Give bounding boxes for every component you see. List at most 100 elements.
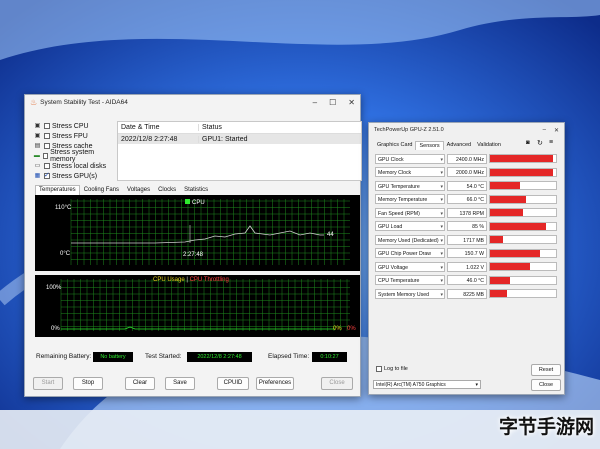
gpuz-titlebar: TechPowerUp GPU-Z 2.51.0 – ✕ [369,123,564,137]
tab-statistics[interactable]: Statistics [180,185,212,195]
sensor-value: 2400.0 MHz [447,153,487,164]
usage-title: CPU Usage | CPU Throttling [153,277,229,283]
window-title: TechPowerUp GPU-Z 2.51.0 [374,127,444,133]
sensor-row[interactable]: GPU Load85 % [375,221,559,232]
menu-icon[interactable]: ≡ [549,139,553,146]
status-table-header: Date & Time Status [118,122,361,134]
minimize-icon[interactable]: – [313,98,317,107]
sensor-graph-fill [490,209,523,216]
stress-option-gpu[interactable]: ▦ Stress GPU(s) [33,171,111,181]
tab-voltages[interactable]: Voltages [123,185,154,195]
sensor-value: 66.0 °C [447,194,487,204]
cpuid-button[interactable]: CPUID [217,377,249,390]
sensor-name[interactable]: GPU Voltage [375,261,445,273]
maximize-icon[interactable]: ☐ [329,98,336,107]
stress-option-disks[interactable]: ▭ Stress local disks [33,161,111,171]
tab-sensors[interactable]: Sensors [415,141,444,150]
cpu-legend-checkbox[interactable]: CPU [185,199,205,206]
reset-button[interactable]: Reset [531,364,561,376]
sensor-row[interactable]: CPU Temperature46.0 °C [375,275,559,286]
refresh-icon[interactable]: ↻ [537,139,543,147]
save-button[interactable]: Save [165,377,195,390]
sensor-graph-fill [490,155,553,162]
checkbox[interactable] [44,163,50,169]
clear-button[interactable]: Clear [125,377,155,390]
sensor-name[interactable]: Memory Used (Dedicated) [375,234,445,246]
sensor-graph [489,194,557,204]
preferences-button[interactable]: Preferences [256,377,294,390]
close-icon[interactable]: ✕ [348,98,355,107]
sensor-graph [489,262,557,271]
sensor-graph [489,235,557,244]
gpuz-tabs: Graphics Card Sensors Advanced Validatio… [374,141,504,150]
sensor-row[interactable]: GPU Voltage1.022 V [375,261,559,273]
sensor-row[interactable]: Memory Temperature66.0 °C [375,194,559,205]
sensor-row[interactable]: GPU Clock2400.0 MHz [375,153,559,165]
temperature-graph: CPU 110°C 0°C 2:27:48 44 [35,195,360,271]
sensor-name[interactable]: Memory Clock [375,167,445,178]
sensor-graph [489,275,557,285]
log-to-file[interactable]: Log to file [376,366,408,372]
usage-graph: CPU Usage | CPU Throttling 100% 0% 0% 0% [35,275,360,337]
tab-cooling-fans[interactable]: Cooling Fans [80,185,123,195]
close-button[interactable]: Close [531,379,561,391]
tab-advanced[interactable]: Advanced [444,141,474,150]
usage-graph-plot [60,279,350,331]
sensor-row[interactable]: System Memory Used8225 MB [375,288,559,300]
usage-title-sep: | [186,277,188,283]
gpu-icon: ▦ [34,172,41,179]
sensor-row[interactable]: Memory Used (Dedicated)1717 MB [375,234,559,246]
tab-graphics-card[interactable]: Graphics Card [374,141,415,150]
tab-validation[interactable]: Validation [474,141,504,150]
sensor-value: 85 % [447,221,487,231]
stop-button[interactable]: Stop [73,377,103,390]
column-header-datetime[interactable]: Date & Time [118,124,199,131]
sensor-name[interactable]: GPU Temperature [375,180,445,192]
close-button[interactable]: Close [321,377,353,390]
table-row[interactable]: 2022/12/8 2:27:48 GPU1: Started [118,134,361,144]
stress-option-memory[interactable]: ▬ Stress system memory [33,149,111,163]
stress-option-fpu[interactable]: ▣ Stress FPU [33,131,111,141]
column-header-status[interactable]: Status [199,124,222,131]
cpu-icon: ▣ [34,122,41,129]
sensor-value: 8225 MB [447,288,487,299]
sensor-name[interactable]: CPU Temperature [375,275,445,286]
checkbox[interactable] [42,153,49,159]
stress-option-label: Stress local disks [52,162,107,170]
checkbox[interactable] [376,366,382,372]
elapsed-label: Elapsed Time: [268,353,310,360]
sensor-name[interactable]: GPU Clock [375,153,445,165]
aida64-titlebar: ♨ System Stability Test - AIDA64 – ☐ ✕ [25,95,360,109]
sensor-name[interactable]: Memory Temperature [375,194,445,205]
checkbox[interactable] [44,133,50,139]
minimize-icon[interactable]: – [543,127,546,134]
tab-clocks[interactable]: Clocks [154,185,180,195]
checkbox[interactable] [44,123,50,129]
sensor-name[interactable]: GPU Chip Power Draw [375,248,445,259]
checkbox-checked[interactable] [44,171,50,179]
camera-icon[interactable]: ◙ [526,140,530,146]
sensor-name[interactable]: System Memory Used [375,288,445,300]
usage-value-a: 0% [333,326,342,332]
watermark-logo: 字节手游网 [498,416,594,438]
y-axis-top: 110°C [55,205,72,211]
close-icon[interactable]: ✕ [554,127,559,134]
device-select[interactable]: Intel(R) Arc(TM) A750 Graphics ▾ [373,380,481,389]
sensor-row[interactable]: GPU Chip Power Draw150.7 W [375,248,559,259]
tab-temperatures[interactable]: Temperatures [35,185,80,195]
sensor-row[interactable]: Fan Speed (RPM)1378 RPM [375,207,559,219]
start-button[interactable]: Start [33,377,63,390]
cache-icon: ▤ [34,142,41,149]
checkbox[interactable] [44,143,50,149]
row-status: GPU1: Started [202,135,248,143]
disk-icon: ▭ [34,162,41,169]
sensor-value: 54.0 °C [447,180,487,191]
sensor-name[interactable]: GPU Load [375,221,445,232]
sensor-row[interactable]: Memory Clock2000.0 MHz [375,167,559,178]
sensor-graph-fill [490,182,520,189]
legend-label: CPU [192,200,205,206]
sensor-graph-fill [490,195,527,203]
sensor-row[interactable]: GPU Temperature54.0 °C [375,180,559,192]
stress-option-cpu[interactable]: ▣ Stress CPU [33,121,111,131]
sensor-name[interactable]: Fan Speed (RPM) [375,207,445,219]
